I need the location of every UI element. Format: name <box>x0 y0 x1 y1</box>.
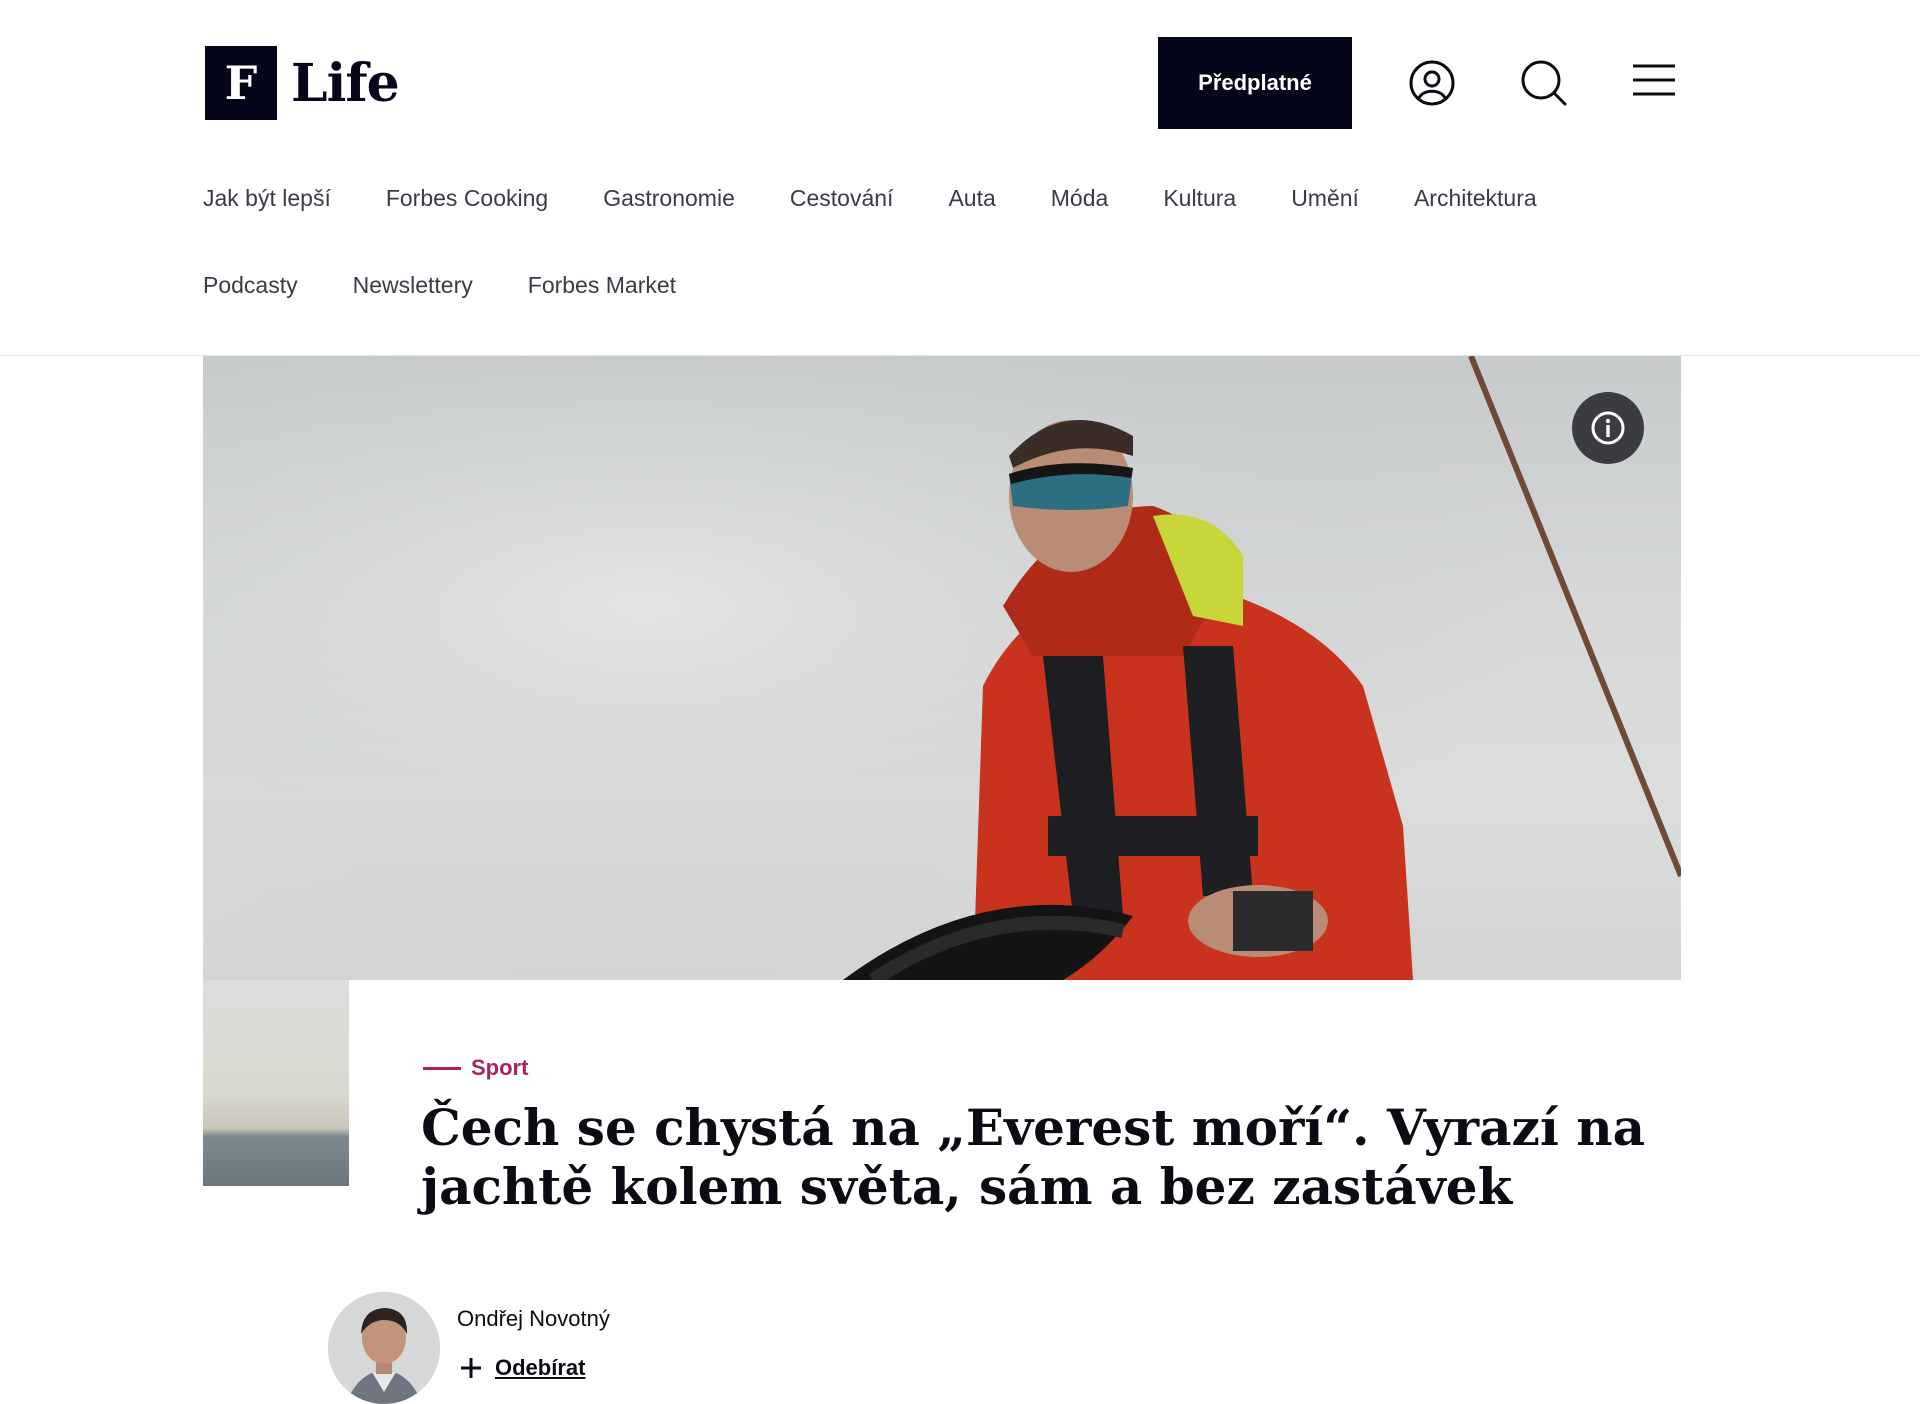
plus-icon <box>461 1358 481 1378</box>
follow-author-button[interactable]: Odebírat <box>459 1355 585 1381</box>
nav-item-gastronomie[interactable]: Gastronomie <box>603 185 735 212</box>
forbes-life-logo[interactable]: F Life <box>205 46 400 120</box>
author-portrait <box>328 1292 440 1404</box>
nav-item-jak-byt-lepsi[interactable]: Jak být lepší <box>203 185 331 212</box>
nav-item-auta[interactable]: Auta <box>948 185 995 212</box>
image-info-button[interactable] <box>1572 392 1644 464</box>
account-button[interactable] <box>1405 56 1459 110</box>
nav-item-kultura[interactable]: Kultura <box>1163 185 1236 212</box>
hero-image <box>203 356 1681 980</box>
nav-item-forbes-cooking[interactable]: Forbes Cooking <box>386 185 548 212</box>
logo-letter: F <box>205 46 277 120</box>
article-category[interactable]: Sport <box>423 1055 528 1081</box>
nav-item-podcasty[interactable]: Podcasty <box>203 272 298 299</box>
main-nav-row-2: Podcasty Newslettery Forbes Market <box>203 272 731 299</box>
author-name[interactable]: Ondřej Novotný <box>457 1306 610 1332</box>
article-headline: Čech se chystá na „Everest moří“. Vyrazí… <box>421 1098 1646 1216</box>
nav-item-cestovani[interactable]: Cestování <box>790 185 894 212</box>
info-icon <box>1591 411 1625 445</box>
menu-button[interactable] <box>1626 56 1680 110</box>
nav-item-forbes-market[interactable]: Forbes Market <box>528 272 676 299</box>
follow-label: Odebírat <box>495 1355 586 1380</box>
logo-word: Life <box>291 52 400 114</box>
search-icon <box>1521 60 1567 106</box>
subscribe-button[interactable]: Předplatné <box>1158 37 1352 129</box>
category-label: Sport <box>471 1055 529 1080</box>
nav-item-moda[interactable]: Móda <box>1051 185 1109 212</box>
nav-item-newslettery[interactable]: Newslettery <box>353 272 473 299</box>
sailor-illustration <box>203 356 1681 980</box>
nav-item-umeni[interactable]: Umění <box>1291 185 1359 212</box>
hamburger-menu-icon <box>1633 64 1675 96</box>
nav-item-architektura[interactable]: Architektura <box>1414 185 1537 212</box>
hero-image-left-strip <box>203 980 349 1186</box>
category-dash <box>423 1066 461 1070</box>
author-avatar[interactable] <box>328 1292 440 1404</box>
search-button[interactable] <box>1517 56 1571 110</box>
user-account-icon <box>1409 60 1455 106</box>
main-nav-row-1: Jak být lepší Forbes Cooking Gastronomie… <box>203 185 1592 212</box>
